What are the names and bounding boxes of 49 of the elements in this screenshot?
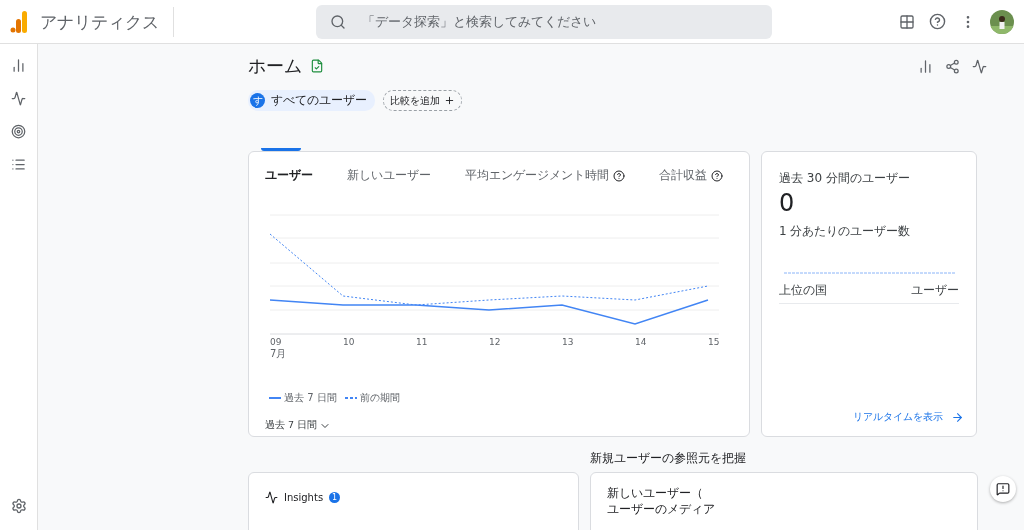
metric-tab[interactable]: 合計収益 [659, 168, 723, 183]
date-range-dropdown[interactable]: 過去 7 日間 [265, 419, 332, 432]
axis-label: 13 [562, 337, 574, 347]
feedback-icon [996, 482, 1010, 496]
metric-label: ユーザーのメディア [607, 501, 716, 517]
account-avatar[interactable] [990, 9, 1014, 34]
page-title: ホーム [248, 54, 302, 78]
realtime-subtitle: 1 分あたりのユーザー数 [779, 223, 912, 240]
app-title: アナリティクス [40, 6, 174, 37]
share-icon[interactable] [945, 58, 960, 74]
realtime-title: 過去 30 分間のユーザー [779, 170, 911, 187]
axis-label: 11 [416, 337, 428, 347]
search-input[interactable]: 「データ探索」と検索してみてください [360, 13, 758, 30]
metric-tab[interactable]: 新しいユーザー [347, 168, 431, 183]
document-check-icon [310, 59, 324, 73]
axis-label: 10 [343, 337, 355, 347]
section-heading: 新規ユーザーの参照元を把握 [590, 451, 747, 466]
realtime-value: 0 [779, 189, 796, 217]
tab-indicator [261, 148, 301, 151]
legend-item: 過去 7 日間 [269, 391, 337, 405]
plus-icon [444, 95, 455, 106]
axis-label: 12 [489, 337, 501, 347]
help-icon[interactable] [929, 13, 946, 30]
axis-label: 14 [635, 337, 647, 347]
axis-label: 15 [708, 337, 720, 347]
feedback-button[interactable] [990, 476, 1016, 502]
axis-label: 09 [270, 337, 282, 347]
column-header: 上位の国 [779, 282, 827, 299]
column-header: ユーザー [911, 282, 959, 299]
help-icon[interactable] [613, 169, 625, 182]
apps-grid-icon[interactable] [899, 13, 915, 30]
realtime-link[interactable]: リアルタイムを表示 [853, 410, 964, 424]
settings-icon[interactable] [10, 498, 27, 514]
axis-label: 7月 [270, 348, 287, 359]
list-icon[interactable] [11, 157, 26, 172]
metric-label: 新しいユーザー（ [607, 485, 704, 501]
solid-line-icon [269, 396, 281, 400]
search-icon [330, 13, 346, 30]
arrow-icon [951, 410, 964, 424]
help-icon[interactable] [711, 169, 723, 182]
search-field[interactable]: 「データ探索」と検索してみてください [316, 4, 772, 39]
insights-title: Insights [284, 492, 324, 503]
dashed-line-icon [344, 396, 357, 400]
count-badge: 1 [329, 492, 341, 503]
metric-tab[interactable]: 平均エンゲージメント時間 [465, 168, 625, 183]
analytics-logo-icon [10, 10, 28, 33]
segment-chip[interactable]: す すべてのユーザー [248, 90, 375, 111]
metric-tab[interactable]: ユーザー [265, 168, 313, 183]
legend-item: 前の期間 [344, 391, 400, 405]
